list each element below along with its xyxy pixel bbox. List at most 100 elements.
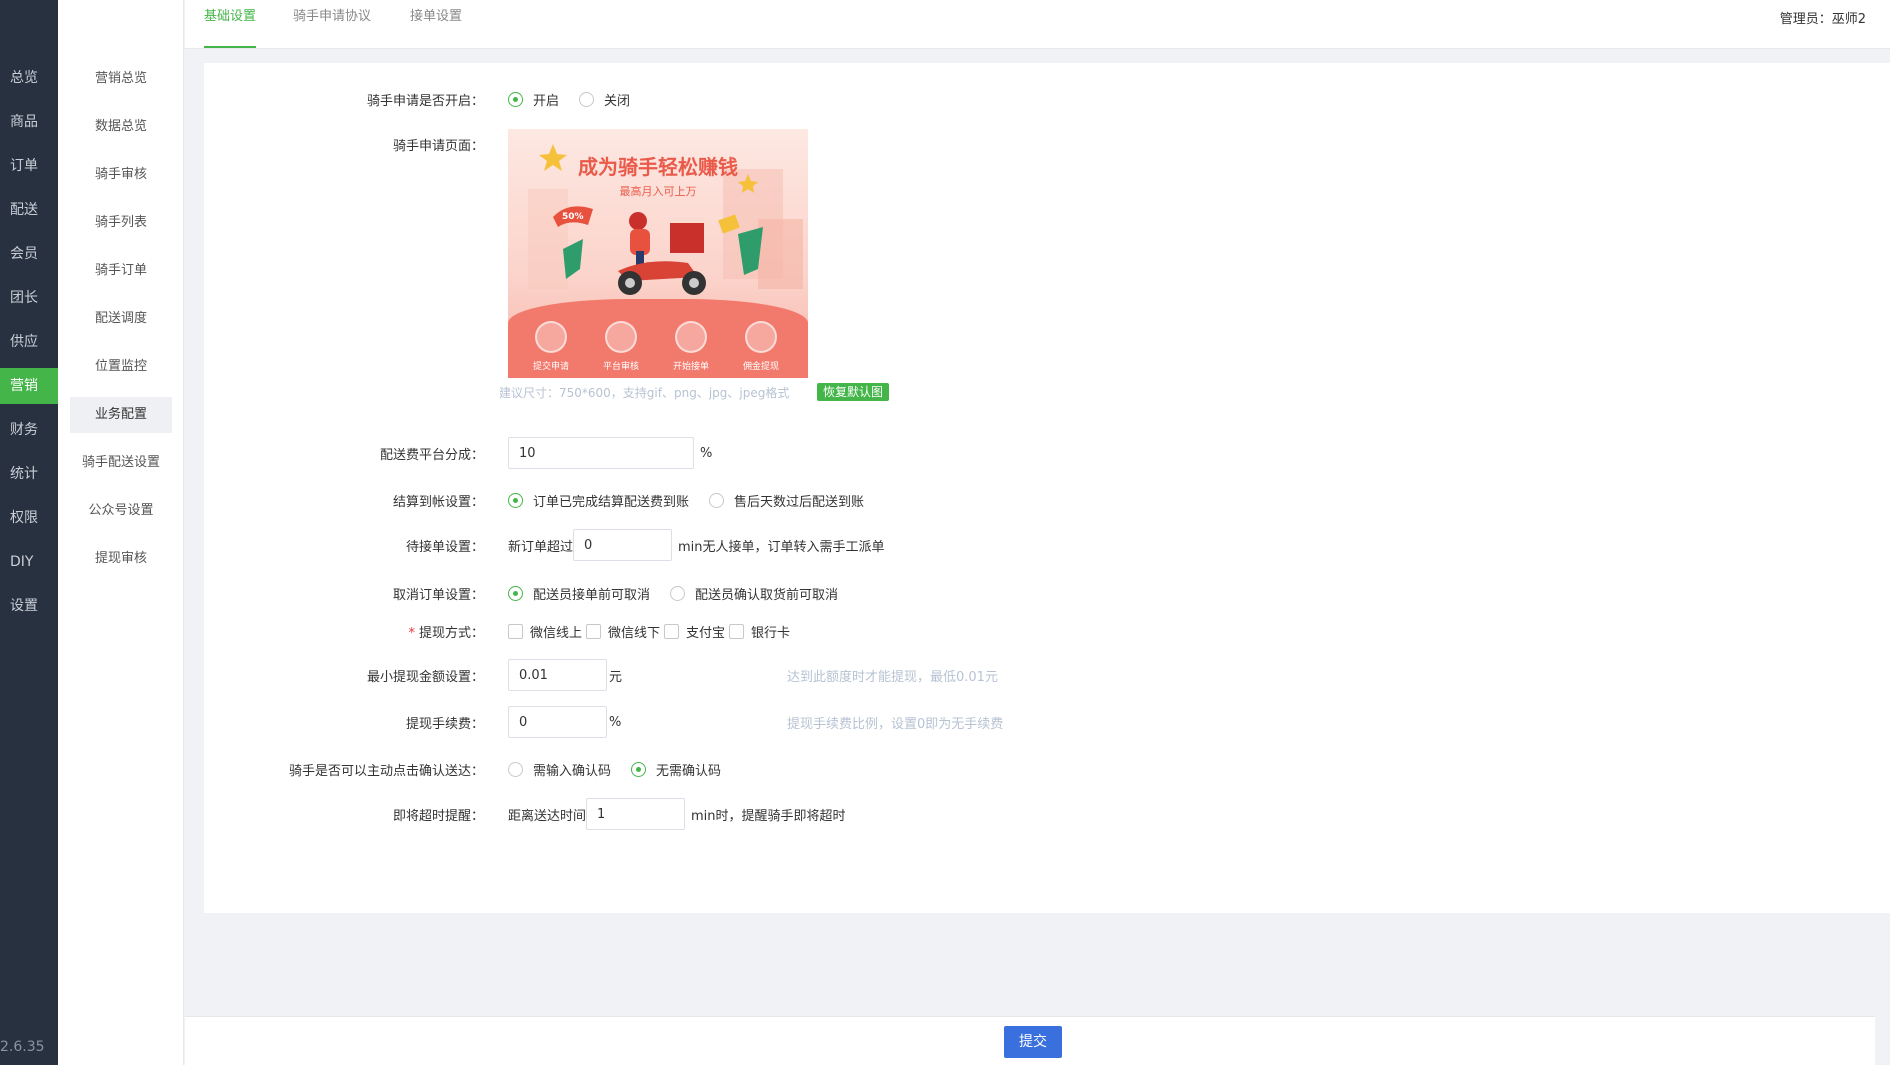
step-label-3: 开始接单 <box>672 362 709 372</box>
submit-button[interactable]: 提交 <box>1004 1026 1062 1058</box>
nav-item-diy[interactable]: DIY <box>0 544 58 580</box>
settings-form: 骑手申请是否开启： 开启 关闭 骑手申请页面： 成为骑手轻松赚钱 最高月入可上万… <box>204 63 1890 913</box>
nav-item-stats[interactable]: 统计 <box>0 456 58 492</box>
withdraw-method-label: * 提现方式： <box>204 622 484 641</box>
withdraw-bankcard-label[interactable]: 银行卡 <box>751 622 790 641</box>
nav-item-delivery[interactable]: 配送 <box>0 192 58 228</box>
min-withdraw-label: 最小提现金额设置： <box>366 669 484 685</box>
step-submit-icon <box>535 321 567 353</box>
confirm-option-no-code[interactable]: 无需确认码 <box>656 760 721 779</box>
timeout-remind-prefix: 距离送达时间 <box>508 808 587 824</box>
cancel-option-before-accept[interactable]: 配送员接单前可取消 <box>533 584 650 603</box>
nav-item-permission[interactable]: 权限 <box>0 500 58 536</box>
required-mark: * <box>408 625 415 641</box>
nav-item-goods[interactable]: 商品 <box>0 104 58 140</box>
withdraw-bankcard-checkbox[interactable] <box>729 623 745 639</box>
platform-share-input[interactable] <box>508 437 694 469</box>
apply-open-label: 骑手申请是否开启： <box>366 93 484 109</box>
nav-item-settings[interactable]: 设置 <box>0 588 58 624</box>
timeout-remind-input[interactable] <box>586 798 686 830</box>
cancel-radio-before-pickup[interactable] <box>670 585 686 601</box>
subnav-item-withdraw-review[interactable]: 提现审核 <box>70 541 172 577</box>
withdraw-method-label-text: 提现方式： <box>418 625 484 641</box>
confirm-option-need-code[interactable]: 需输入确认码 <box>533 760 611 779</box>
nav-item-supply[interactable]: 供应 <box>0 324 58 360</box>
banner-title: 成为骑手轻松赚钱 <box>578 155 738 179</box>
admin-info: 管理员：巫师2 <box>1780 8 1866 27</box>
withdraw-wechat-online-checkbox[interactable] <box>508 623 523 639</box>
subnav-item-rider-orders[interactable]: 骑手订单 <box>70 253 172 289</box>
subnav-item-location[interactable]: 位置监控 <box>70 349 172 385</box>
min-withdraw-unit: 元 <box>609 669 623 685</box>
version-label: 2.6.35 <box>0 1039 45 1055</box>
apply-open-option-off[interactable]: 关闭 <box>604 90 630 109</box>
step-label-4: 佣金提现 <box>742 362 779 372</box>
min-withdraw-hint: 达到此额度时才能提现，最低0.01元 <box>787 669 998 685</box>
withdraw-fee-unit: % <box>609 714 622 730</box>
step-label-1: 提交申请 <box>532 362 569 372</box>
tab-basic-settings[interactable]: 基础设置 <box>204 0 257 48</box>
nav-item-marketing[interactable]: 营销 <box>0 368 58 404</box>
tab-order-settings[interactable]: 接单设置 <box>410 0 462 48</box>
nav-item-members[interactable]: 会员 <box>0 236 58 272</box>
nav-item-leader[interactable]: 团长 <box>0 280 58 316</box>
withdraw-fee-label: 提现手续费： <box>405 716 484 732</box>
settle-option-completed[interactable]: 订单已完成结算配送费到账 <box>533 491 689 510</box>
footer-bar: 提交 <box>185 1016 1875 1065</box>
apply-open-radio-on[interactable] <box>508 91 523 107</box>
top-tabs-bar: 基础设置 骑手申请协议 接单设置 管理员：巫师2 <box>185 0 1890 49</box>
cancel-label: 取消订单设置： <box>392 587 484 603</box>
step-withdraw-icon <box>745 321 777 353</box>
banner-badge: 50% <box>562 212 584 222</box>
settle-radio-aftersale[interactable] <box>709 492 725 508</box>
apply-open-option-on[interactable]: 开启 <box>533 90 559 109</box>
subnav-item-data-overview[interactable]: 数据总览 <box>70 109 172 145</box>
min-withdraw-input[interactable] <box>508 659 607 691</box>
step-label-2: 平台审核 <box>602 362 639 372</box>
timeout-remind-label: 即将超时提醒： <box>392 808 484 824</box>
cancel-option-before-pickup[interactable]: 配送员确认取货前可取消 <box>695 584 838 603</box>
withdraw-alipay-checkbox[interactable] <box>664 623 680 639</box>
subnav-item-business-config[interactable]: 业务配置 <box>70 397 172 433</box>
settle-label: 结算到帐设置： <box>392 494 484 510</box>
settle-option-aftersale[interactable]: 售后天数过后配送到账 <box>734 491 864 510</box>
secondary-sidebar: 营销总览 数据总览 骑手审核 骑手列表 骑手订单 配送调度 位置监控 业务配置 … <box>58 0 184 1065</box>
apply-open-radio-off[interactable] <box>579 91 595 107</box>
nav-item-overview[interactable]: 总览 <box>0 60 58 96</box>
withdraw-alipay-label[interactable]: 支付宝 <box>686 622 725 641</box>
cancel-radio-before-accept[interactable] <box>508 585 523 601</box>
confirm-radio-need-code[interactable] <box>508 761 523 777</box>
banner-subtitle: 最高月入可上万 <box>619 185 697 198</box>
nav-item-finance[interactable]: 财务 <box>0 412 58 448</box>
pending-suffix: min无人接单，订单转入需手工派单 <box>678 539 885 555</box>
subnav-item-rider-review[interactable]: 骑手审核 <box>70 157 172 193</box>
withdraw-wechat-offline-label[interactable]: 微信线下 <box>608 622 660 641</box>
subnav-item-official-account[interactable]: 公众号设置 <box>70 493 172 529</box>
restore-default-image-button[interactable]: 恢复默认图 <box>817 383 890 401</box>
tab-rider-agreement[interactable]: 骑手申请协议 <box>293 0 371 48</box>
main-sidebar: 总览 商品 订单 配送 会员 团长 供应 营销 财务 统计 权限 DIY 设置 … <box>0 0 58 1065</box>
apply-page-label: 骑手申请页面： <box>392 138 484 154</box>
subnav-item-dispatch[interactable]: 配送调度 <box>70 301 172 337</box>
confirm-radio-no-code[interactable] <box>631 761 647 777</box>
withdraw-wechat-online-label[interactable]: 微信线上 <box>530 622 582 641</box>
admin-name[interactable]: 巫师2 <box>1832 12 1866 27</box>
step-accept-icon <box>675 321 707 353</box>
withdraw-wechat-offline-checkbox[interactable] <box>586 623 602 639</box>
pending-prefix: 新订单超过 <box>508 539 574 555</box>
subnav-item-rider-list[interactable]: 骑手列表 <box>70 205 172 241</box>
rider-apply-banner[interactable]: 成为骑手轻松赚钱 最高月入可上万 50% 提交申请 平台审核 开始接单 佣金提现 <box>508 129 808 378</box>
confirm-delivery-label: 骑手是否可以主动点击确认送达： <box>288 763 484 779</box>
subnav-item-marketing-overview[interactable]: 营销总览 <box>70 61 172 97</box>
nav-item-orders[interactable]: 订单 <box>0 148 58 184</box>
timeout-remind-suffix: min时，提醒骑手即将超时 <box>691 808 846 824</box>
pending-label: 待接单设置： <box>405 539 484 555</box>
withdraw-fee-hint: 提现手续费比例，设置0即为无手续费 <box>787 716 1004 732</box>
pending-minutes-input[interactable] <box>573 529 673 561</box>
step-review-icon <box>605 321 637 353</box>
withdraw-fee-input[interactable] <box>508 706 607 738</box>
subnav-item-rider-delivery-settings[interactable]: 骑手配送设置 <box>70 445 172 481</box>
settle-radio-completed[interactable] <box>508 492 523 508</box>
platform-share-label: 配送费平台分成： <box>379 447 484 463</box>
admin-label: 管理员： <box>1779 12 1832 27</box>
